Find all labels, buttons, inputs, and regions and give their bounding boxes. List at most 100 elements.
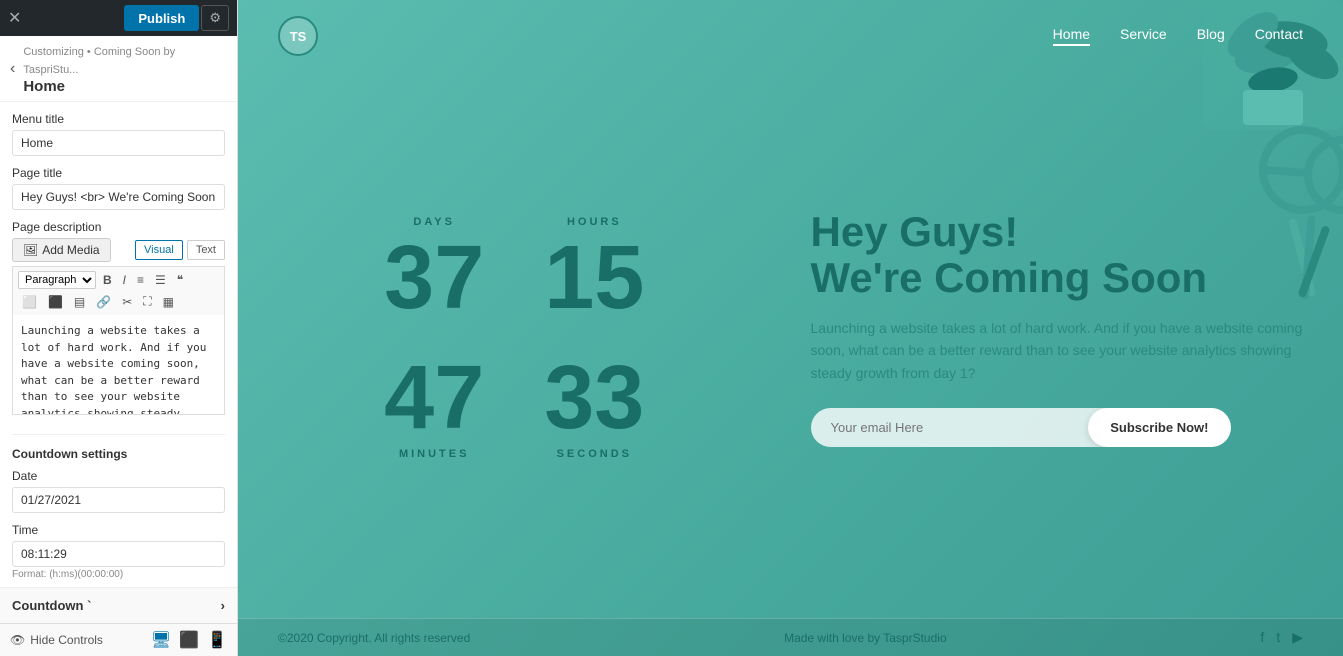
- publish-gear-group: Publish ⚙: [124, 5, 229, 31]
- date-input[interactable]: [12, 487, 225, 513]
- facebook-icon[interactable]: f: [1260, 629, 1264, 646]
- seconds-value: 33: [544, 353, 644, 443]
- breadcrumb-bar: ‹ Customizing • Coming Soon by TaspriStu…: [0, 36, 237, 102]
- align-right-button[interactable]: ▤: [70, 293, 89, 311]
- link-button[interactable]: 🔗: [92, 293, 115, 311]
- countdown-hours: HOURS 15: [514, 206, 674, 338]
- table-button[interactable]: ▦: [159, 293, 178, 311]
- page-desc-label: Page description: [12, 220, 225, 234]
- text-tab[interactable]: Text: [187, 240, 225, 260]
- page-title-label: Page title: [12, 166, 225, 180]
- ordered-list-button[interactable]: ≡: [133, 271, 148, 289]
- right-preview: TS Home Service Blog Contact DAYS 37: [238, 0, 1343, 656]
- footer-made-by: Made with love by TasprStudio: [784, 631, 947, 645]
- unlink-button[interactable]: ✂: [118, 293, 136, 311]
- eye-icon: 👁: [10, 633, 25, 647]
- footer-social-icons: f t ▶: [1260, 629, 1303, 646]
- fullscreen-button[interactable]: ⛶: [139, 292, 155, 311]
- hero-content: DAYS 37 HOURS 15 47 MINUTES 3: [238, 0, 1343, 616]
- days-value: 37: [384, 233, 484, 323]
- menu-title-field: Menu title: [12, 112, 225, 166]
- breadcrumb-info: Customizing • Coming Soon by TaspriStu..…: [23, 42, 227, 95]
- hero-heading-line1: Hey Guys!: [811, 208, 1019, 255]
- top-bar: ✕ Publish ⚙: [0, 0, 237, 36]
- nav-link-home[interactable]: Home: [1053, 26, 1090, 46]
- nav-link-blog[interactable]: Blog: [1197, 26, 1225, 46]
- date-label: Date: [12, 469, 225, 483]
- description-editor[interactable]: Launching a website takes a lot of hard …: [12, 315, 225, 415]
- minutes-label: MINUTES: [384, 448, 484, 460]
- minutes-value: 47: [384, 353, 484, 443]
- tablet-icon[interactable]: ⬛: [179, 630, 199, 650]
- breadcrumb-trail: Customizing • Coming Soon by TaspriStu..…: [23, 46, 175, 76]
- device-icons-group: 🖥 ⬛ 📱: [151, 630, 227, 650]
- twitter-icon[interactable]: t: [1276, 629, 1280, 646]
- align-center-button[interactable]: ⬛: [44, 293, 67, 311]
- subscribe-button[interactable]: Subscribe Now!: [1088, 408, 1230, 447]
- preview-wrapper: TS Home Service Blog Contact DAYS 37: [238, 0, 1343, 656]
- countdown-days: DAYS 37: [354, 206, 514, 338]
- blockquote-button[interactable]: ❝: [173, 271, 187, 289]
- countdown-bar-label: Countdown `: [12, 598, 91, 613]
- hero-heading: Hey Guys! We're Coming Soon: [811, 209, 1304, 301]
- time-format-hint: Format: (h:ms)(00:00:00): [12, 569, 225, 580]
- preview-footer: ©2020 Copyright. All rights reserved Mad…: [238, 618, 1343, 656]
- countdown-seconds: 33 SECONDS: [514, 338, 674, 470]
- close-button[interactable]: ✕: [8, 8, 21, 28]
- countdown-collapse-bar[interactable]: Countdown ` ›: [0, 587, 237, 623]
- editor-header-row: 🖼 Add Media Visual Text: [12, 238, 225, 262]
- time-label: Time: [12, 523, 225, 537]
- countdown-settings-section: Countdown settings Date Time Format: (h:…: [12, 434, 225, 587]
- time-input[interactable]: [12, 541, 225, 567]
- countdown-grid: DAYS 37 HOURS 15 47 MINUTES 3: [354, 206, 674, 470]
- left-panel: ✕ Publish ⚙ ‹ Customizing • Coming Soon …: [0, 0, 238, 656]
- date-field: Date: [12, 469, 225, 523]
- add-media-label: Add Media: [42, 243, 99, 257]
- page-title-input[interactable]: [12, 184, 225, 210]
- visual-tab[interactable]: Visual: [135, 240, 183, 260]
- email-input[interactable]: [811, 408, 1089, 447]
- footer-copyright: ©2020 Copyright. All rights reserved: [278, 631, 470, 645]
- menu-title-input[interactable]: [12, 130, 225, 156]
- page-desc-field: Page description 🖼 Add Media Visual Text…: [12, 220, 225, 430]
- publish-button[interactable]: Publish: [124, 5, 199, 31]
- hours-label: HOURS: [544, 216, 644, 228]
- hero-right: Hey Guys! We're Coming Soon Launching a …: [791, 149, 1343, 468]
- bottom-bar: 👁 Hide Controls 🖥 ⬛ 📱: [0, 623, 237, 656]
- preview-nav: TS Home Service Blog Contact: [238, 0, 1343, 72]
- youtube-icon[interactable]: ▶: [1292, 629, 1303, 646]
- menu-title-label: Menu title: [12, 112, 225, 126]
- panel-content: Menu title Page title Page description 🖼…: [0, 102, 237, 587]
- hide-controls-button[interactable]: 👁 Hide Controls: [10, 633, 103, 647]
- bold-button[interactable]: B: [99, 271, 116, 289]
- align-left-button[interactable]: ⬜: [18, 293, 41, 311]
- seconds-label: SECONDS: [544, 448, 644, 460]
- desktop-icon[interactable]: 🖥: [151, 630, 171, 650]
- visual-text-tabs: Visual Text: [135, 240, 225, 260]
- nav-logo: TS: [278, 16, 318, 56]
- hide-controls-label: Hide Controls: [30, 633, 103, 647]
- nav-links: Home Service Blog Contact: [1053, 26, 1303, 46]
- page-title-field: Page title: [12, 166, 225, 220]
- plus-icon: 🖼: [23, 243, 38, 257]
- gear-button[interactable]: ⚙: [201, 5, 229, 31]
- time-field: Time Format: (h:ms)(00:00:00): [12, 523, 225, 580]
- countdown-settings-heading: Countdown settings: [12, 447, 225, 461]
- days-label: DAYS: [384, 216, 484, 228]
- mobile-icon[interactable]: 📱: [207, 630, 227, 650]
- hero-heading-line2: We're Coming Soon: [811, 254, 1208, 301]
- countdown-display: DAYS 37 HOURS 15 47 MINUTES 3: [238, 146, 791, 470]
- nav-link-service[interactable]: Service: [1120, 26, 1167, 46]
- add-media-button[interactable]: 🖼 Add Media: [12, 238, 111, 262]
- toolbar-row-2: ⬜ ⬛ ▤ 🔗 ✂ ⛶ ▦: [18, 292, 219, 311]
- hero-description: Launching a website takes a lot of hard …: [811, 317, 1304, 384]
- toolbar-row-1: Paragraph B I ≡ ☰ ❝: [18, 271, 219, 289]
- back-button[interactable]: ‹: [10, 60, 15, 78]
- breadcrumb-title: Home: [23, 78, 227, 95]
- countdown-minutes: 47 MINUTES: [354, 338, 514, 470]
- italic-button[interactable]: I: [119, 271, 130, 289]
- paragraph-select[interactable]: Paragraph: [18, 271, 96, 289]
- editor-toolbar: Paragraph B I ≡ ☰ ❝ ⬜ ⬛ ▤ 🔗 ✂ ⛶ ▦: [12, 266, 225, 315]
- nav-link-contact[interactable]: Contact: [1255, 26, 1303, 46]
- unordered-list-button[interactable]: ☰: [151, 271, 170, 289]
